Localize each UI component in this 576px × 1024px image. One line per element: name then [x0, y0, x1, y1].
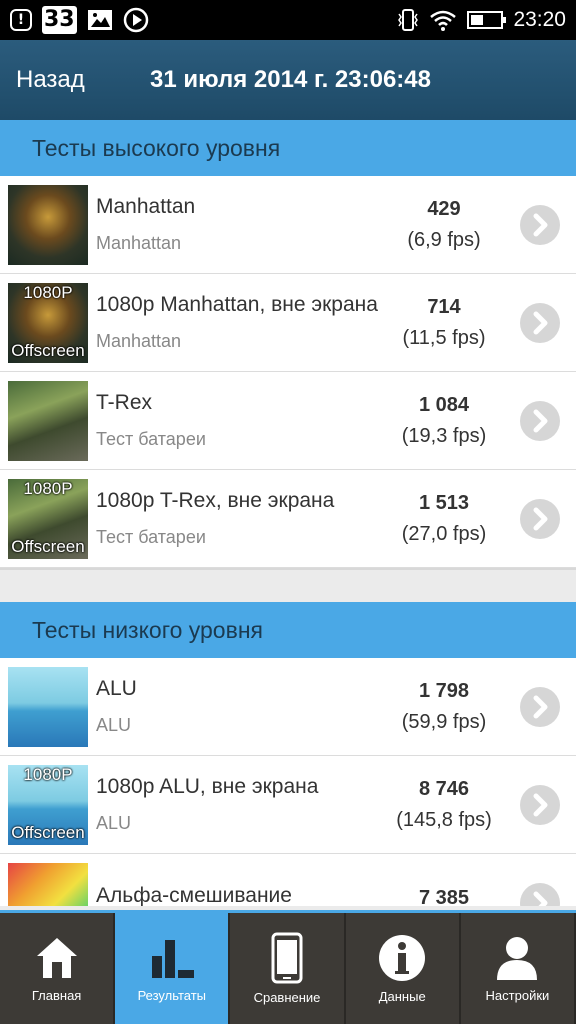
test-title: T-Rex	[96, 391, 153, 414]
battery-icon	[467, 11, 507, 29]
test-row[interactable]: 1080P Offscreen 1080p T-Rex, вне экрана Тес…	[0, 470, 576, 568]
test-fps: (11,5 fps)	[402, 326, 486, 349]
test-score: 8 746	[418, 777, 470, 800]
test-score: 7 385	[418, 887, 470, 906]
chevron-right-icon[interactable]	[520, 303, 560, 343]
chevron-right-icon[interactable]	[520, 205, 560, 245]
offscreen-tag: Offscreen	[11, 822, 85, 842]
test-subtitle: ALU	[96, 813, 132, 833]
section-divider	[0, 568, 576, 602]
test-score: 1 084	[418, 393, 470, 416]
test-row[interactable]: ALU ALU 1 798 (59,9 fps)	[0, 658, 576, 756]
test-title: 1080p ALU, вне экрана	[96, 775, 319, 798]
nav-home-label: Главная	[31, 988, 82, 1003]
results-list[interactable]: Тесты высокого уровня Manhattan Manhattan…	[0, 120, 576, 906]
home-icon	[36, 938, 77, 978]
test-subtitle: ALU	[96, 715, 132, 735]
nav-data[interactable]: Данные	[346, 913, 461, 1024]
chevron-right-icon[interactable]	[520, 687, 560, 727]
test-score: 1 513	[418, 491, 470, 514]
test-score: 1 798	[418, 679, 470, 702]
test-thumbnail: 1080P Offscreen	[8, 282, 88, 363]
test-row[interactable]: Manhattan Manhattan 429 (6,9 fps)	[0, 176, 576, 274]
test-fps: (6,9 fps)	[407, 228, 481, 251]
vibrate-icon	[398, 9, 419, 31]
nav-home[interactable]: Главная	[0, 913, 116, 1024]
section-header-high: Тесты высокого уровня	[0, 120, 576, 176]
bar-chart-icon	[151, 940, 194, 978]
notification-icon: !	[10, 9, 32, 31]
test-subtitle: Manhattan	[96, 233, 182, 253]
resolution-tag: 1080P	[23, 282, 73, 302]
test-subtitle: Manhattan	[96, 331, 182, 351]
test-score: 429	[427, 197, 461, 220]
test-row[interactable]: 1080P Offscreen 1080p ALU, вне экрана ALU 8 …	[0, 756, 576, 854]
test-title: ALU	[96, 677, 137, 700]
test-thumbnail: 1080P Offscreen	[8, 478, 88, 559]
section-header-low: Тесты низкого уровня	[0, 602, 576, 658]
test-row[interactable]: Альфа-смешивание 7 385	[0, 854, 576, 906]
test-title: Альфа-смешивание	[96, 883, 292, 907]
nav-settings-label: Настройки	[485, 988, 550, 1003]
bottom-nav: Главная Результаты Сравнение Данные Наст…	[0, 910, 576, 1024]
test-fps: (145,8 fps)	[396, 808, 492, 831]
test-title: 1080p Manhattan, вне экрана	[96, 293, 378, 316]
play-icon	[123, 7, 148, 33]
test-thumbnail: 1080P Offscreen	[8, 764, 88, 845]
test-score: 714	[427, 295, 461, 318]
test-thumbnail	[8, 666, 88, 747]
resolution-tag: 1080P	[23, 764, 73, 784]
chevron-right-icon[interactable]	[520, 883, 560, 906]
nav-results[interactable]: Результаты	[115, 913, 231, 1024]
chevron-right-icon[interactable]	[520, 785, 560, 825]
info-icon	[379, 935, 426, 981]
test-row[interactable]: T-Rex Тест батареи 1 084 (19,3 fps)	[0, 372, 576, 470]
test-fps: (19,3 fps)	[401, 424, 487, 447]
nav-results-label: Результаты	[137, 988, 207, 1003]
test-title: Manhattan	[96, 195, 196, 218]
nav-compare[interactable]: Сравнение	[230, 913, 346, 1024]
chevron-right-icon[interactable]	[520, 401, 560, 441]
back-button[interactable]: Назад	[0, 66, 150, 94]
clock: 23:20	[513, 8, 566, 31]
test-row[interactable]: 1080P Offscreen 1080p Manhattan, вне экран…	[0, 274, 576, 372]
phone-icon	[271, 932, 303, 984]
offscreen-tag: Offscreen	[11, 340, 85, 360]
nav-data-label: Данные	[378, 989, 426, 1004]
wifi-icon	[430, 10, 457, 31]
test-thumbnail	[8, 862, 88, 906]
offscreen-tag: Offscreen	[11, 536, 85, 556]
result-date: 31 июля 2014 г. 23:06:48	[150, 66, 431, 93]
nav-settings[interactable]: Настройки	[461, 913, 576, 1024]
notification-count: 33	[42, 6, 77, 34]
image-icon	[87, 10, 112, 30]
chevron-right-icon[interactable]	[520, 499, 560, 539]
test-title: 1080p T-Rex, вне экрана	[96, 489, 335, 512]
status-bar: ! 33 23:20	[0, 0, 576, 40]
app-header: Назад 31 июля 2014 г. 23:06:48	[0, 40, 576, 120]
test-thumbnail	[8, 184, 88, 265]
test-subtitle: Тест батареи	[96, 527, 206, 547]
test-thumbnail	[8, 380, 88, 461]
nav-compare-label: Сравнение	[253, 990, 321, 1005]
user-icon	[497, 937, 538, 980]
resolution-tag: 1080P	[23, 478, 73, 498]
test-subtitle: Тест батареи	[96, 429, 206, 449]
test-fps: (27,0 fps)	[401, 522, 487, 545]
test-fps: (59,9 fps)	[401, 710, 487, 733]
